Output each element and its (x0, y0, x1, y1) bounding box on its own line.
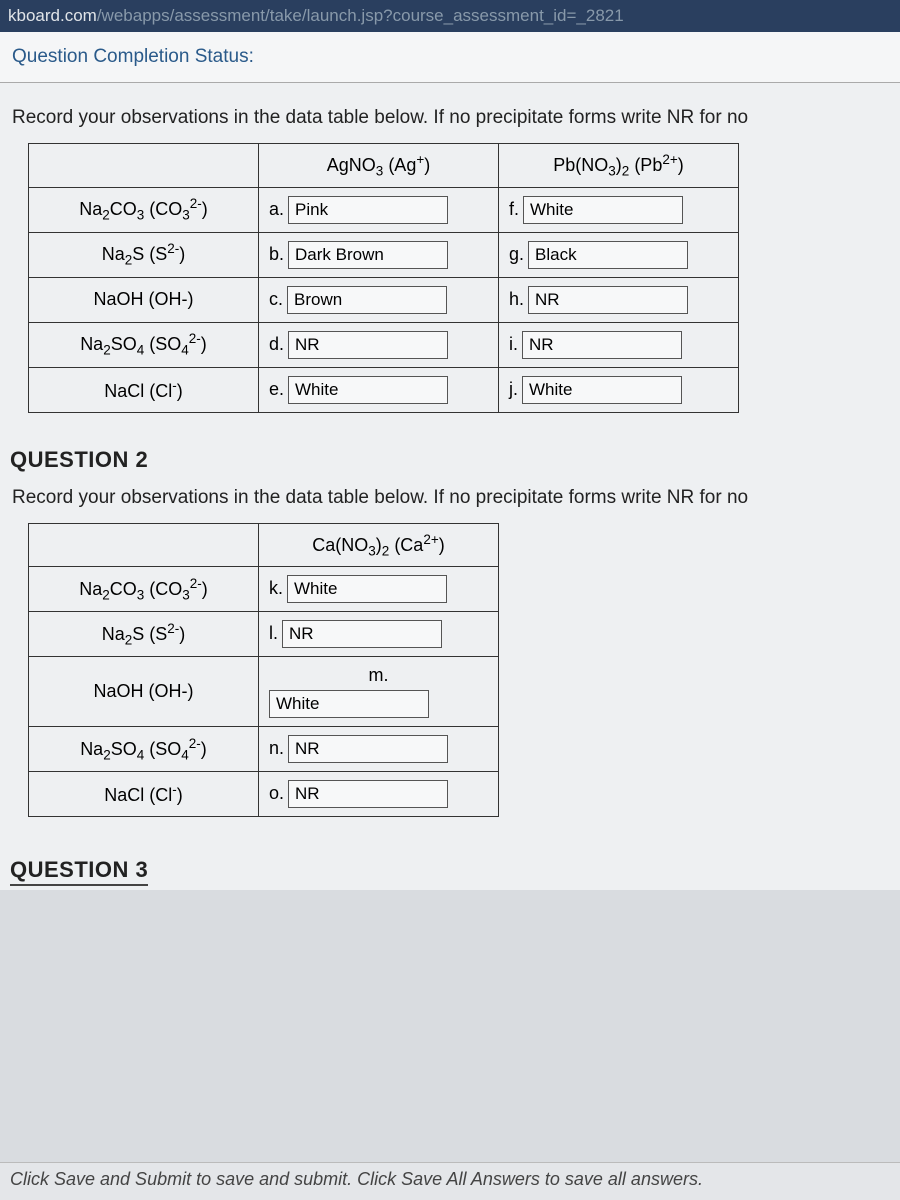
answer-letter: i. (509, 334, 518, 355)
answer-cell: o. (259, 772, 499, 817)
q2-table: Ca(NO3)2 (Ca2+) Na2CO3 (CO32-) k. Na2S (S2… (28, 523, 499, 818)
answer-cell: n. (259, 727, 499, 772)
table-row: NaCl (Cl-) e. j. (29, 367, 739, 412)
answer-letter: g. (509, 244, 524, 265)
row-label: NaOH (OH-) (29, 657, 259, 727)
answer-letter: c. (269, 289, 283, 310)
answer-cell: b. (259, 232, 499, 277)
answer-input[interactable] (522, 331, 682, 359)
q1-col1-header: AgNO3 (Ag+) (259, 144, 499, 188)
q1-instruction: Record your observations in the data tab… (12, 107, 890, 129)
table-row: Na2CO3 (CO32-) k. (29, 567, 499, 612)
answer-input[interactable] (288, 780, 448, 808)
answer-letter: h. (509, 289, 524, 310)
table-row: Na2S (S2-) l. (29, 612, 499, 657)
q3-heading: QUESTION 3 (10, 857, 148, 886)
answer-letter: b. (269, 244, 284, 265)
url-bar: kboard.com/webapps/assessment/take/launc… (0, 0, 900, 32)
q1-table: AgNO3 (Ag+) Pb(NO3)2 (Pb2+) Na2CO3 (CO32… (28, 143, 739, 413)
answer-letter: m. (269, 665, 488, 686)
answer-input[interactable] (288, 331, 448, 359)
answer-letter: l. (269, 623, 278, 644)
answer-input[interactable] (287, 286, 447, 314)
answer-letter: o. (269, 783, 284, 804)
completion-status: Question Completion Status: (0, 32, 900, 83)
row-label: Na2CO3 (CO32-) (29, 567, 259, 612)
table-row: Na2SO4 (SO42-) n. (29, 727, 499, 772)
answer-cell: a. (259, 187, 499, 232)
answer-input[interactable] (523, 196, 683, 224)
answer-cell: h. (499, 277, 739, 322)
url-path: /webapps/assessment/take/launch.jsp?cour… (97, 6, 624, 25)
answer-cell: g. (499, 232, 739, 277)
row-label: NaCl (Cl-) (29, 772, 259, 817)
row-label: Na2S (S2-) (29, 232, 259, 277)
answer-cell: i. (499, 322, 739, 367)
answer-input[interactable] (287, 575, 447, 603)
content-area: Record your observations in the data tab… (0, 83, 900, 890)
row-label: NaOH (OH-) (29, 277, 259, 322)
answer-cell: d. (259, 322, 499, 367)
answer-cell: j. (499, 367, 739, 412)
table-row: NaOH (OH-) c. h. (29, 277, 739, 322)
answer-input[interactable] (528, 241, 688, 269)
answer-cell: m. (259, 657, 499, 727)
answer-input[interactable] (288, 196, 448, 224)
q2-instruction: Record your observations in the data tab… (12, 487, 890, 509)
answer-letter: e. (269, 379, 284, 400)
row-label: Na2SO4 (SO42-) (29, 727, 259, 772)
answer-input[interactable] (288, 735, 448, 763)
q1-corner (29, 144, 259, 188)
answer-cell: e. (259, 367, 499, 412)
q1-col2-header: Pb(NO3)2 (Pb2+) (499, 144, 739, 188)
row-label: Na2SO4 (SO42-) (29, 322, 259, 367)
footer-hint: Click Save and Submit to save and submit… (0, 1162, 900, 1200)
q1-header-row: AgNO3 (Ag+) Pb(NO3)2 (Pb2+) (29, 144, 739, 188)
answer-input[interactable] (288, 376, 448, 404)
q2-col1-header: Ca(NO3)2 (Ca2+) (259, 523, 499, 567)
table-row: NaCl (Cl-) o. (29, 772, 499, 817)
answer-letter: d. (269, 334, 284, 355)
answer-letter: f. (509, 199, 519, 220)
answer-input[interactable] (269, 690, 429, 718)
answer-cell: f. (499, 187, 739, 232)
answer-letter: a. (269, 199, 284, 220)
answer-input[interactable] (522, 376, 682, 404)
answer-cell: l. (259, 612, 499, 657)
row-label: Na2CO3 (CO32-) (29, 187, 259, 232)
q2-header-row: Ca(NO3)2 (Ca2+) (29, 523, 499, 567)
table-row: Na2S (S2-) b. g. (29, 232, 739, 277)
url-domain: kboard.com (8, 6, 97, 25)
answer-letter: n. (269, 738, 284, 759)
answer-input[interactable] (282, 620, 442, 648)
table-row: NaOH (OH-) m. (29, 657, 499, 727)
answer-input[interactable] (528, 286, 688, 314)
row-label: NaCl (Cl-) (29, 367, 259, 412)
table-row: Na2CO3 (CO32-) a. f. (29, 187, 739, 232)
answer-cell: c. (259, 277, 499, 322)
answer-cell: k. (259, 567, 499, 612)
answer-input[interactable] (288, 241, 448, 269)
q2-heading: QUESTION 2 (10, 447, 890, 473)
answer-letter: j. (509, 379, 518, 400)
q2-corner (29, 523, 259, 567)
table-row: Na2SO4 (SO42-) d. i. (29, 322, 739, 367)
row-label: Na2S (S2-) (29, 612, 259, 657)
answer-letter: k. (269, 578, 283, 599)
